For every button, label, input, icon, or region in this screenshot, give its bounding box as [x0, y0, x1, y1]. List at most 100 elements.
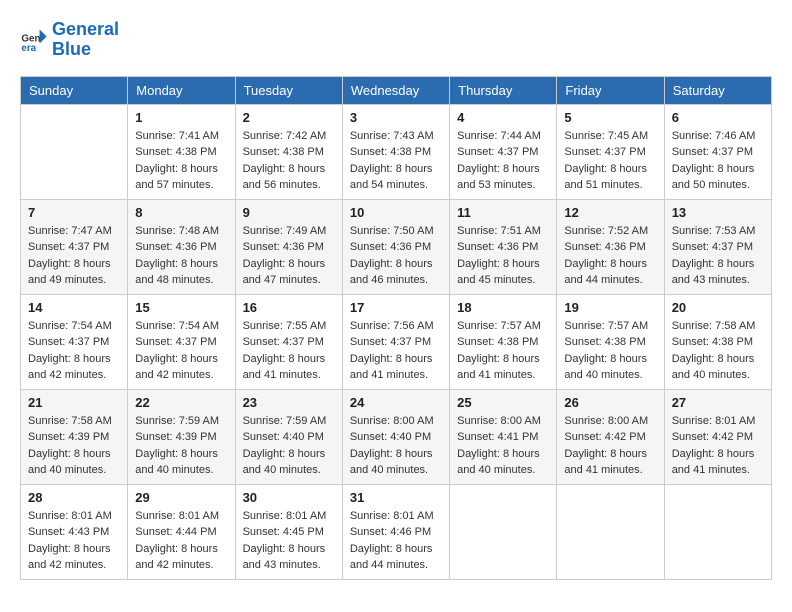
calendar-cell: 16 Sunrise: 7:55 AMSunset: 4:37 PMDayligh… — [235, 294, 342, 389]
svg-text:era: era — [21, 43, 36, 54]
week-row-1: 7 Sunrise: 7:47 AMSunset: 4:37 PMDaylight… — [21, 199, 772, 294]
day-number: 13 — [672, 205, 764, 220]
calendar-cell — [664, 484, 771, 579]
day-number: 7 — [28, 205, 120, 220]
day-number: 16 — [243, 300, 335, 315]
calendar-cell: 17 Sunrise: 7:56 AMSunset: 4:37 PMDayligh… — [342, 294, 449, 389]
day-info: Sunrise: 8:00 AMSunset: 4:40 PMDaylight:… — [350, 413, 442, 479]
day-info: Sunrise: 8:01 AMSunset: 4:42 PMDaylight:… — [672, 413, 764, 479]
calendar-cell — [450, 484, 557, 579]
day-info: Sunrise: 7:41 AMSunset: 4:38 PMDaylight:… — [135, 128, 227, 194]
calendar-cell: 31Sunrise: 8:01 AMSunset: 4:46 PMDayligh… — [342, 484, 449, 579]
day-number: 10 — [350, 205, 442, 220]
day-number: 11 — [457, 205, 549, 220]
day-info: Sunrise: 7:50 AMSunset: 4:36 PMDaylight:… — [350, 223, 442, 289]
calendar-cell: 13 Sunrise: 7:53 AMSunset: 4:37 PMDayligh… — [664, 199, 771, 294]
day-number: 24 — [350, 395, 442, 410]
day-number: 19 — [564, 300, 656, 315]
day-info: Sunrise: 7:51 AMSunset: 4:36 PMDaylight:… — [457, 223, 549, 289]
week-row-2: 14 Sunrise: 7:54 AMSunset: 4:37 PMDayligh… — [21, 294, 772, 389]
day-number: 26 — [564, 395, 656, 410]
calendar-cell: 14Sunrise: 7:54 AMSunset: 4:37 PMDayligh… — [21, 294, 128, 389]
day-number: 15 — [135, 300, 227, 315]
week-row-3: 21Sunrise: 7:58 AMSunset: 4:39 PMDayligh… — [21, 389, 772, 484]
day-info: Sunrise: 7:44 AMSunset: 4:37 PMDaylight:… — [457, 128, 549, 194]
day-info: Sunrise: 7:48 AMSunset: 4:36 PMDaylight:… — [135, 223, 227, 289]
calendar-cell: 19 Sunrise: 7:57 AMSunset: 4:38 PMDayligh… — [557, 294, 664, 389]
calendar-cell: 20Sunrise: 7:58 AMSunset: 4:38 PMDayligh… — [664, 294, 771, 389]
calendar-cell: 6Sunrise: 7:46 AMSunset: 4:37 PMDaylight… — [664, 104, 771, 199]
calendar-table: SundayMondayTuesdayWednesdayThursdayFrid… — [20, 76, 772, 580]
calendar-cell: 11 Sunrise: 7:51 AMSunset: 4:36 PMDayligh… — [450, 199, 557, 294]
calendar-cell: 2 Sunrise: 7:42 AMSunset: 4:38 PMDaylight… — [235, 104, 342, 199]
calendar-cell — [21, 104, 128, 199]
day-number: 5 — [564, 110, 656, 125]
calendar-cell: 22 Sunrise: 7:59 AMSunset: 4:39 PMDayligh… — [128, 389, 235, 484]
day-info: Sunrise: 7:43 AMSunset: 4:38 PMDaylight:… — [350, 128, 442, 194]
calendar-cell — [557, 484, 664, 579]
day-number: 4 — [457, 110, 549, 125]
calendar-cell: 18 Sunrise: 7:57 AMSunset: 4:38 PMDayligh… — [450, 294, 557, 389]
day-info: Sunrise: 7:49 AMSunset: 4:36 PMDaylight:… — [243, 223, 335, 289]
weekday-header-saturday: Saturday — [664, 76, 771, 104]
calendar-cell: 3 Sunrise: 7:43 AMSunset: 4:38 PMDaylight… — [342, 104, 449, 199]
day-info: Sunrise: 7:59 AMSunset: 4:39 PMDaylight:… — [135, 413, 227, 479]
day-info: Sunrise: 7:56 AMSunset: 4:37 PMDaylight:… — [350, 318, 442, 384]
day-number: 23 — [243, 395, 335, 410]
calendar-cell: 8 Sunrise: 7:48 AMSunset: 4:36 PMDaylight… — [128, 199, 235, 294]
calendar-cell: 21Sunrise: 7:58 AMSunset: 4:39 PMDayligh… — [21, 389, 128, 484]
calendar-cell: 24 Sunrise: 8:00 AMSunset: 4:40 PMDayligh… — [342, 389, 449, 484]
day-number: 27 — [672, 395, 764, 410]
calendar-cell: 28 Sunrise: 8:01 AMSunset: 4:43 PMDayligh… — [21, 484, 128, 579]
day-info: Sunrise: 7:52 AMSunset: 4:36 PMDaylight:… — [564, 223, 656, 289]
day-info: Sunrise: 7:53 AMSunset: 4:37 PMDaylight:… — [672, 223, 764, 289]
day-number: 3 — [350, 110, 442, 125]
calendar-cell: 29Sunrise: 8:01 AMSunset: 4:44 PMDayligh… — [128, 484, 235, 579]
day-number: 17 — [350, 300, 442, 315]
day-info: Sunrise: 7:55 AMSunset: 4:37 PMDaylight:… — [243, 318, 335, 384]
page-header: Gen era GeneralBlue — [20, 20, 772, 60]
day-number: 22 — [135, 395, 227, 410]
day-number: 1 — [135, 110, 227, 125]
day-number: 25 — [457, 395, 549, 410]
week-row-0: 1 Sunrise: 7:41 AMSunset: 4:38 PMDaylight… — [21, 104, 772, 199]
day-number: 29 — [135, 490, 227, 505]
day-number: 31 — [350, 490, 442, 505]
day-info: Sunrise: 7:54 AMSunset: 4:37 PMDaylight:… — [135, 318, 227, 384]
calendar-cell: 1 Sunrise: 7:41 AMSunset: 4:38 PMDaylight… — [128, 104, 235, 199]
day-number: 28 — [28, 490, 120, 505]
week-row-4: 28 Sunrise: 8:01 AMSunset: 4:43 PMDayligh… — [21, 484, 772, 579]
day-info: Sunrise: 8:00 AMSunset: 4:42 PMDaylight:… — [564, 413, 656, 479]
day-info: Sunrise: 7:59 AMSunset: 4:40 PMDaylight:… — [243, 413, 335, 479]
calendar-cell: 5Sunrise: 7:45 AMSunset: 4:37 PMDaylight… — [557, 104, 664, 199]
weekday-header-thursday: Thursday — [450, 76, 557, 104]
day-number: 12 — [564, 205, 656, 220]
logo: Gen era GeneralBlue — [20, 20, 119, 60]
day-number: 14 — [28, 300, 120, 315]
day-number: 2 — [243, 110, 335, 125]
day-info: Sunrise: 7:57 AMSunset: 4:38 PMDaylight:… — [457, 318, 549, 384]
day-info: Sunrise: 7:42 AMSunset: 4:38 PMDaylight:… — [243, 128, 335, 194]
calendar-cell: 10 Sunrise: 7:50 AMSunset: 4:36 PMDayligh… — [342, 199, 449, 294]
calendar-cell: 7 Sunrise: 7:47 AMSunset: 4:37 PMDaylight… — [21, 199, 128, 294]
weekday-header-row: SundayMondayTuesdayWednesdayThursdayFrid… — [21, 76, 772, 104]
logo-icon: Gen era — [20, 26, 48, 54]
calendar-cell: 27 Sunrise: 8:01 AMSunset: 4:42 PMDayligh… — [664, 389, 771, 484]
day-number: 18 — [457, 300, 549, 315]
day-info: Sunrise: 8:01 AMSunset: 4:45 PMDaylight:… — [243, 508, 335, 574]
weekday-header-monday: Monday — [128, 76, 235, 104]
day-info: Sunrise: 7:47 AMSunset: 4:37 PMDaylight:… — [28, 223, 120, 289]
day-info: Sunrise: 7:57 AMSunset: 4:38 PMDaylight:… — [564, 318, 656, 384]
calendar-cell: 15 Sunrise: 7:54 AMSunset: 4:37 PMDayligh… — [128, 294, 235, 389]
logo-text: GeneralBlue — [52, 20, 119, 60]
day-info: Sunrise: 8:01 AMSunset: 4:43 PMDaylight:… — [28, 508, 120, 574]
day-info: Sunrise: 7:58 AMSunset: 4:38 PMDaylight:… — [672, 318, 764, 384]
calendar-cell: 26 Sunrise: 8:00 AMSunset: 4:42 PMDayligh… — [557, 389, 664, 484]
calendar-cell: 12 Sunrise: 7:52 AMSunset: 4:36 PMDayligh… — [557, 199, 664, 294]
day-number: 9 — [243, 205, 335, 220]
weekday-header-friday: Friday — [557, 76, 664, 104]
day-info: Sunrise: 7:58 AMSunset: 4:39 PMDaylight:… — [28, 413, 120, 479]
day-number: 8 — [135, 205, 227, 220]
day-info: Sunrise: 7:46 AMSunset: 4:37 PMDaylight:… — [672, 128, 764, 194]
weekday-header-tuesday: Tuesday — [235, 76, 342, 104]
